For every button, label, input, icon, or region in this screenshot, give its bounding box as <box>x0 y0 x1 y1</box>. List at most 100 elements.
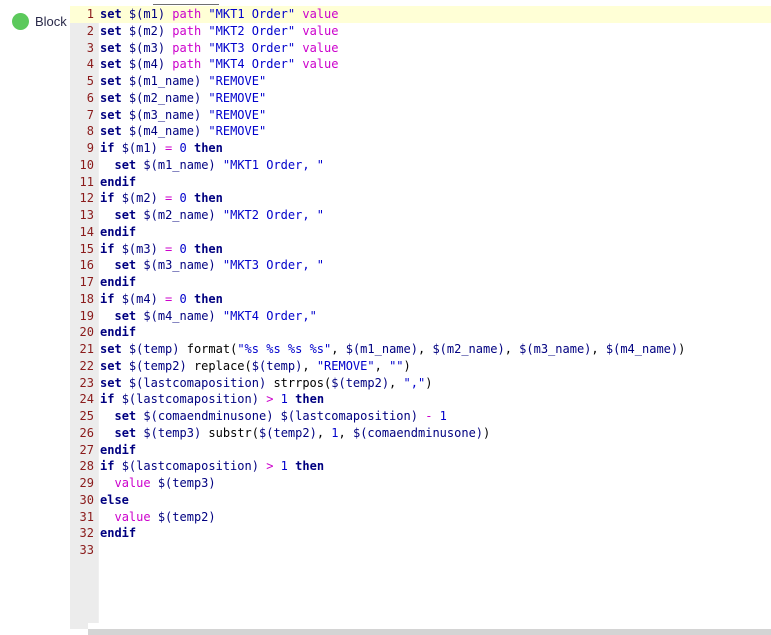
code-line-text[interactable]: set $(m2_name) "REMOVE" <box>100 90 266 107</box>
line-number: 4 <box>86 57 94 72</box>
line-number: 5 <box>86 74 94 88</box>
code-line-text[interactable]: endif <box>100 525 136 542</box>
horizontal-scrollbar-thumb[interactable] <box>88 629 771 635</box>
line-number: 10 <box>79 157 94 172</box>
code-line-text[interactable]: value $(temp2) <box>100 509 215 526</box>
line-number: 8 <box>86 124 94 139</box>
code-line[interactable]: 27 endif <box>70 442 771 459</box>
line-number: 3 <box>86 40 94 55</box>
code-line-text[interactable]: set $(m2) path "MKT2 Order" value <box>100 23 338 40</box>
code-line-text[interactable]: endif <box>100 224 136 241</box>
line-number: 27 <box>79 442 94 457</box>
code-line-text[interactable]: endif <box>100 442 136 459</box>
line-number: 17 <box>79 275 94 289</box>
code-line[interactable]: 3 set $(m3) path "MKT3 Order" value <box>70 40 771 57</box>
code-line[interactable]: 15 if $(m3) = 0 then <box>70 241 771 258</box>
code-line-text[interactable]: set $(m3_name) "MKT3 Order, " <box>100 257 324 274</box>
code-line[interactable]: 6 set $(m2_name) "REMOVE" <box>70 90 771 107</box>
line-number: 1 <box>86 7 94 21</box>
code-line-text[interactable]: if $(m2) = 0 then <box>100 190 223 207</box>
code-line-text[interactable]: set $(temp3) substr($(temp2), 1, $(comae… <box>100 425 490 442</box>
line-number: 28 <box>79 459 94 474</box>
line-number: 30 <box>79 492 94 507</box>
code-line[interactable]: 17 endif <box>70 274 771 291</box>
horizontal-scrollbar[interactable] <box>88 629 771 635</box>
code-line-text[interactable]: value $(temp3) <box>100 475 215 492</box>
line-number: 33 <box>79 543 94 557</box>
line-number: 31 <box>79 509 94 524</box>
code-line-text[interactable]: set $(comaendminusone) $(lastcomapositio… <box>100 408 446 425</box>
line-number: 29 <box>79 476 94 490</box>
code-line-text[interactable]: if $(m1) = 0 then <box>100 140 223 157</box>
code-line-text[interactable]: set $(m2_name) "MKT2 Order, " <box>100 207 324 224</box>
line-number: 20 <box>79 325 94 340</box>
line-number: 26 <box>79 425 94 440</box>
code-line-text[interactable]: if $(lastcomaposition) > 1 then <box>100 391 324 408</box>
block-label: Block <box>35 14 67 29</box>
clipped-toolbar-stub <box>153 0 219 5</box>
code-line[interactable]: 21 set $(temp) format("%s %s %s %s", $(m1… <box>70 341 771 358</box>
code-line[interactable]: 16 set $(m3_name) "MKT3 Order, " <box>70 257 771 274</box>
code-line[interactable]: 29 value $(temp3) <box>70 475 771 492</box>
code-line-text[interactable]: if $(m3) = 0 then <box>100 241 223 258</box>
block-status-row[interactable]: Block <box>12 13 67 30</box>
line-number: 19 <box>79 308 94 323</box>
code-line-text[interactable]: set $(m1_name) "REMOVE" <box>100 73 266 90</box>
code-line-text[interactable]: set $(m4_name) "REMOVE" <box>100 123 266 140</box>
code-line[interactable]: 8 set $(m4_name) "REMOVE" <box>70 123 771 140</box>
line-number: 6 <box>86 90 94 105</box>
code-line[interactable]: 5 set $(m1_name) "REMOVE" <box>70 73 771 90</box>
line-number: 13 <box>79 208 94 222</box>
code-line-text[interactable]: set $(m1_name) "MKT1 Order, " <box>100 157 324 174</box>
code-line[interactable]: 28 if $(lastcomaposition) > 1 then <box>70 458 771 475</box>
code-line[interactable]: 31 value $(temp2) <box>70 509 771 526</box>
line-number: 32 <box>79 526 94 541</box>
green-circle-icon <box>12 13 29 30</box>
code-line[interactable]: 7 set $(m3_name) "REMOVE" <box>70 107 771 124</box>
line-number: 11 <box>79 174 94 189</box>
gutter-bottom-pad <box>70 623 88 629</box>
code-line[interactable]: 25 set $(comaendminusone) $(lastcomaposi… <box>70 408 771 425</box>
code-line-text[interactable]: endif <box>100 174 136 191</box>
code-line[interactable]: 11 endif <box>70 174 771 191</box>
code-line-text[interactable]: set $(temp2) replace($(temp), "REMOVE", … <box>100 358 411 375</box>
code-line[interactable]: 23 set $(lastcomaposition) strrpos($(temp… <box>70 375 771 392</box>
code-line[interactable]: 12 if $(m2) = 0 then <box>70 190 771 207</box>
code-line-text[interactable]: set $(m4) path "MKT4 Order" value <box>100 56 338 73</box>
code-line-text[interactable]: set $(m1) path "MKT1 Order" value <box>100 6 338 23</box>
code-line[interactable]: 19 set $(m4_name) "MKT4 Order," <box>70 308 771 325</box>
line-number: 12 <box>79 191 94 206</box>
code-line-text[interactable]: set $(m3) path "MKT3 Order" value <box>100 40 338 57</box>
code-line[interactable]: 10 set $(m1_name) "MKT1 Order, " <box>70 157 771 174</box>
code-line-text[interactable]: set $(lastcomaposition) strrpos($(temp2)… <box>100 375 432 392</box>
code-editor[interactable]: 1 set $(m1) path "MKT1 Order" value 2 set $… <box>70 6 771 635</box>
code-line[interactable]: 1 set $(m1) path "MKT1 Order" value <box>70 6 771 23</box>
code-line[interactable]: 24 if $(lastcomaposition) > 1 then <box>70 391 771 408</box>
code-line[interactable]: 4 set $(m4) path "MKT4 Order" value <box>70 56 771 73</box>
code-line[interactable]: 22 set $(temp2) replace($(temp), "REMOVE"… <box>70 358 771 375</box>
line-number: 23 <box>79 375 94 390</box>
code-line-text[interactable]: else <box>100 492 129 509</box>
code-line[interactable]: 33 <box>70 542 771 559</box>
code-line-text[interactable]: set $(m4_name) "MKT4 Order," <box>100 308 316 325</box>
code-line-text[interactable]: if $(m4) = 0 then <box>100 291 223 308</box>
code-line[interactable]: 30 else <box>70 492 771 509</box>
code-line[interactable]: 13 set $(m2_name) "MKT2 Order, " <box>70 207 771 224</box>
left-panel: Block <box>0 0 70 635</box>
code-line[interactable]: 2 set $(m2) path "MKT2 Order" value <box>70 23 771 40</box>
code-line[interactable]: 20 endif <box>70 324 771 341</box>
code-line[interactable]: 26 set $(temp3) substr($(temp2), 1, $(co… <box>70 425 771 442</box>
code-line[interactable]: 9 if $(m1) = 0 then <box>70 140 771 157</box>
line-number: 9 <box>86 141 94 155</box>
code-line[interactable]: 14 endif <box>70 224 771 241</box>
code-line[interactable]: 18 if $(m4) = 0 then <box>70 291 771 308</box>
code-line-text[interactable]: endif <box>100 324 136 341</box>
code-line-text[interactable]: set $(temp) format("%s %s %s %s", $(m1_n… <box>100 341 685 358</box>
code-line-text[interactable]: if $(lastcomaposition) > 1 then <box>100 458 324 475</box>
code-line[interactable]: 32 endif <box>70 525 771 542</box>
line-number: 25 <box>79 409 94 423</box>
code-line-text[interactable]: endif <box>100 274 136 291</box>
code-line-text[interactable]: set $(m3_name) "REMOVE" <box>100 107 266 124</box>
code-surface[interactable]: 1 set $(m1) path "MKT1 Order" value 2 set $… <box>70 6 771 623</box>
line-number: 24 <box>79 392 94 407</box>
